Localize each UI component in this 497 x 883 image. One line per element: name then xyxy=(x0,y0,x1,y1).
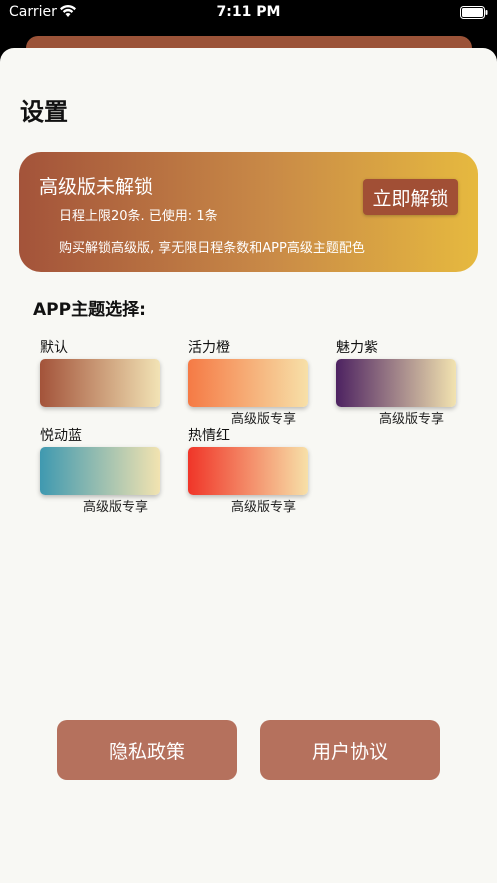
premium-title: 高级版未解锁 xyxy=(39,176,154,198)
theme-swatch[interactable] xyxy=(188,359,308,407)
theme-swatch[interactable] xyxy=(40,359,160,407)
theme-heading: APP主题选择: xyxy=(33,300,146,320)
page-title: 设置 xyxy=(20,98,68,126)
theme-option-default[interactable]: 默认 xyxy=(40,337,170,425)
theme-name: 魅力紫 xyxy=(336,340,378,356)
unlock-button[interactable]: 立即解锁 xyxy=(363,179,458,215)
theme-swatch[interactable] xyxy=(40,447,160,495)
clock: 7:11 PM xyxy=(216,4,281,20)
privacy-policy-button[interactable]: 隐私政策 xyxy=(57,720,237,780)
theme-option-purple[interactable]: 魅力紫 高级版专享 xyxy=(336,337,466,427)
premium-limit-text: 日程上限20条. 已使用: 1条 xyxy=(59,209,218,224)
theme-swatch[interactable] xyxy=(188,447,308,495)
theme-swatch[interactable] xyxy=(336,359,456,407)
theme-name: 活力橙 xyxy=(188,340,230,356)
status-bar: Carrier 7:11 PM xyxy=(0,0,497,26)
theme-name: 默认 xyxy=(40,340,68,356)
battery-icon xyxy=(460,6,488,19)
premium-card: 高级版未解锁 日程上限20条. 已使用: 1条 购买解锁高级版, 享无限日程条数… xyxy=(19,152,478,272)
premium-only-badge: 高级版专享 xyxy=(231,500,297,515)
premium-only-badge: 高级版专享 xyxy=(83,500,149,515)
premium-only-badge: 高级版专享 xyxy=(379,412,445,427)
premium-description: 购买解锁高级版, 享无限日程条数和APP高级主题配色 xyxy=(59,241,365,256)
settings-sheet: 设置 高级版未解锁 日程上限20条. 已使用: 1条 购买解锁高级版, 享无限日… xyxy=(0,48,497,883)
screen: Carrier 7:11 PM 设置 高级版未解锁 日程上限20条. 已使用: … xyxy=(0,0,497,883)
user-agreement-button[interactable]: 用户协议 xyxy=(260,720,440,780)
theme-name: 热情红 xyxy=(188,428,230,444)
theme-name: 悦动蓝 xyxy=(40,428,82,444)
theme-option-red[interactable]: 热情红 高级版专享 xyxy=(188,425,318,515)
theme-option-orange[interactable]: 活力橙 高级版专享 xyxy=(188,337,318,427)
theme-option-blue[interactable]: 悦动蓝 高级版专享 xyxy=(40,425,170,515)
